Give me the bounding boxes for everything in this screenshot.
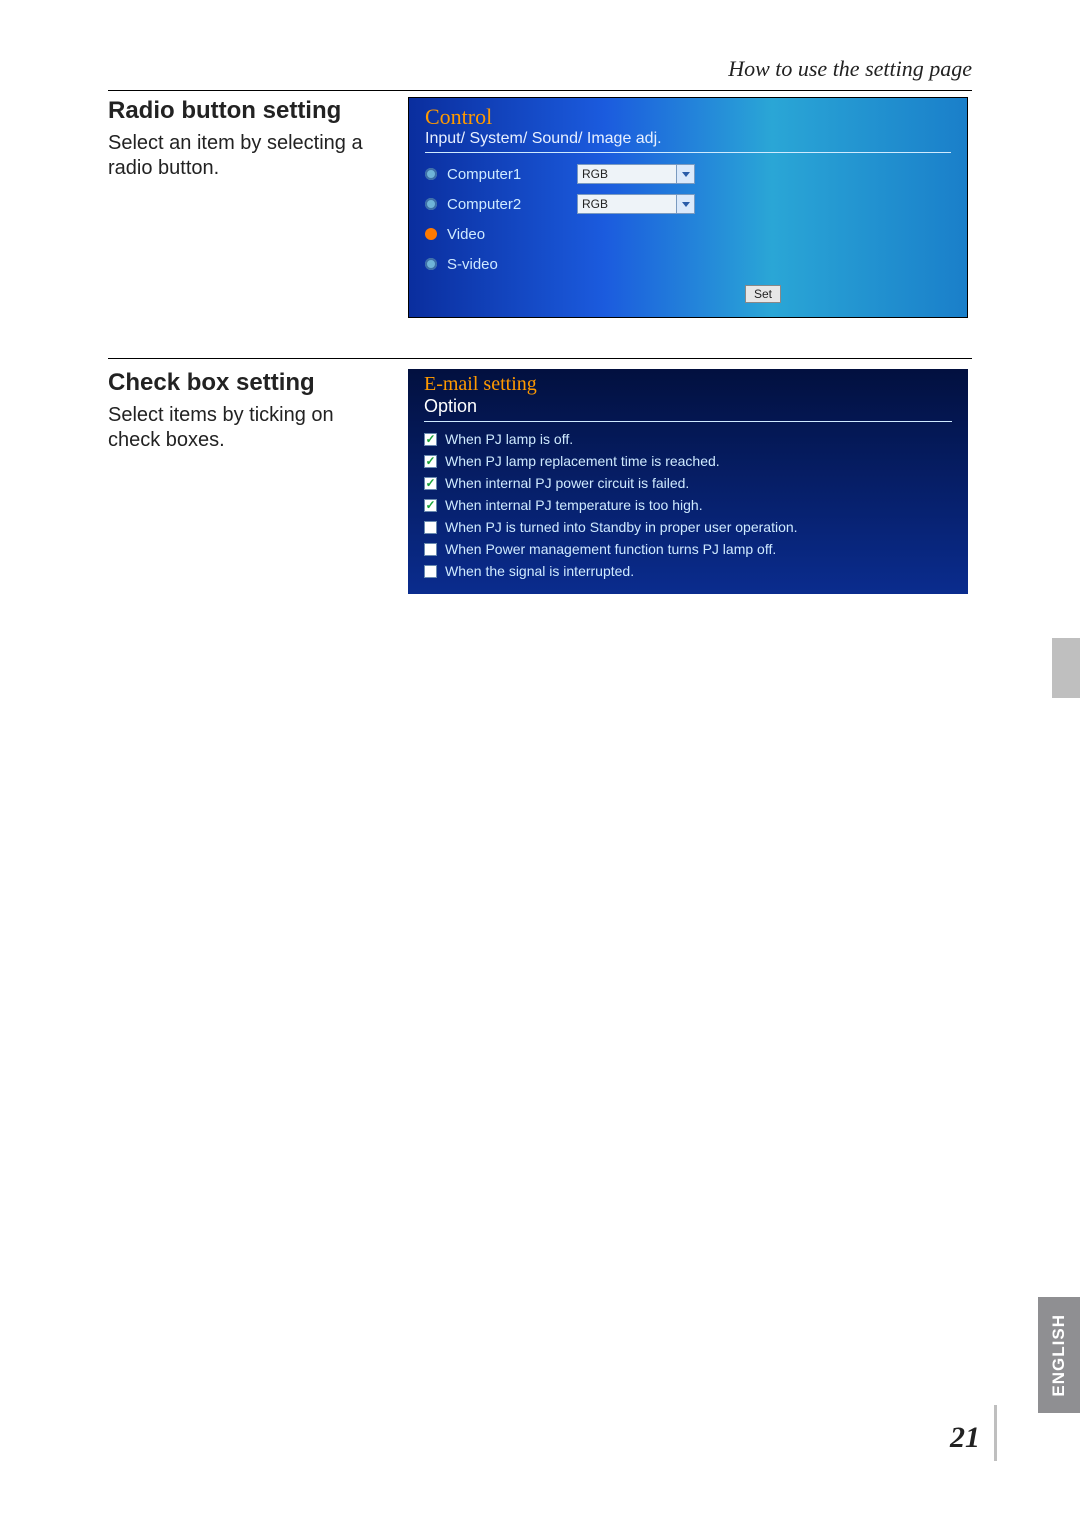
checkbox-icon (424, 565, 437, 578)
email-panel-subtitle: Option (424, 396, 952, 422)
language-tab: ENGLISH (1038, 1297, 1080, 1413)
radio-icon-selected (425, 228, 437, 240)
radio-text-col: Radio button setting Select an item by s… (108, 97, 408, 318)
radio-row-computer1[interactable]: Computer1 RGB (425, 159, 951, 189)
checkbox-label: When PJ is turned into Standby in proper… (445, 519, 798, 535)
checkbox-row[interactable]: ✓ When PJ lamp replacement time is reach… (424, 450, 952, 472)
radio-row-computer2[interactable]: Computer2 RGB (425, 189, 951, 219)
control-panel-title: Control (425, 104, 951, 130)
checkbox-icon: ✓ (424, 433, 437, 446)
select-value: RGB (577, 194, 677, 214)
page-root: How to use the setting page Radio button… (0, 0, 1080, 1527)
checkbox-label: When internal PJ power circuit is failed… (445, 475, 689, 491)
radio-label: Computer2 (447, 196, 577, 213)
select-value: RGB (577, 164, 677, 184)
checkbox-desc: Select items by ticking on check boxes. (108, 403, 388, 453)
checkbox-row[interactable]: When Power management function turns PJ … (424, 538, 952, 560)
page-number: 21 (950, 1421, 980, 1455)
checkbox-row[interactable]: ✓ When internal PJ temperature is too hi… (424, 494, 952, 516)
checkbox-row[interactable]: When PJ is turned into Standby in proper… (424, 516, 952, 538)
checkbox-panel-col: E-mail setting Option ✓ When PJ lamp is … (408, 369, 972, 594)
checkbox-row[interactable]: When the signal is interrupted. (424, 560, 952, 582)
radio-icon (425, 258, 437, 270)
radio-desc: Select an item by selecting a radio butt… (108, 131, 388, 181)
checkbox-icon (424, 543, 437, 556)
checkbox-icon (424, 521, 437, 534)
section-radio: Radio button setting Select an item by s… (108, 97, 972, 318)
language-label: ENGLISH (1049, 1314, 1069, 1397)
header-rule (108, 90, 972, 91)
checkbox-label: When PJ lamp is off. (445, 431, 573, 447)
radio-panel-col: Control Input/ System/ Sound/ Image adj.… (408, 97, 972, 318)
chevron-down-icon[interactable] (677, 164, 695, 184)
side-tab (1052, 638, 1080, 698)
section-checkbox: Check box setting Select items by tickin… (108, 358, 972, 594)
checkbox-icon: ✓ (424, 477, 437, 490)
checkbox-icon: ✓ (424, 499, 437, 512)
checkbox-label: When internal PJ temperature is too high… (445, 497, 703, 513)
select-computer2[interactable]: RGB (577, 194, 695, 214)
checkbox-label: When Power management function turns PJ … (445, 541, 776, 557)
email-panel-title: E-mail setting (424, 373, 952, 396)
radio-heading: Radio button setting (108, 97, 388, 125)
checkbox-row[interactable]: ✓ When PJ lamp is off. (424, 428, 952, 450)
checkbox-row[interactable]: ✓ When internal PJ power circuit is fail… (424, 472, 952, 494)
chevron-down-icon[interactable] (677, 194, 695, 214)
checkbox-icon: ✓ (424, 455, 437, 468)
checkbox-heading: Check box setting (108, 369, 388, 397)
radio-icon (425, 168, 437, 180)
checkbox-label: When the signal is interrupted. (445, 563, 634, 579)
checkbox-text-col: Check box setting Select items by tickin… (108, 369, 408, 594)
control-panel: Control Input/ System/ Sound/ Image adj.… (408, 97, 968, 318)
select-computer1[interactable]: RGB (577, 164, 695, 184)
control-panel-path: Input/ System/ Sound/ Image adj. (425, 130, 951, 153)
radio-label: Video (447, 226, 577, 243)
radio-label: Computer1 (447, 166, 577, 183)
radio-label: S-video (447, 256, 577, 273)
page-header: How to use the setting page (108, 56, 972, 82)
radio-icon (425, 198, 437, 210)
checkbox-label: When PJ lamp replacement time is reached… (445, 453, 720, 469)
email-setting-panel: E-mail setting Option ✓ When PJ lamp is … (408, 369, 968, 594)
page-number-bar (994, 1405, 997, 1461)
radio-row-svideo[interactable]: S-video (425, 249, 951, 279)
radio-row-video[interactable]: Video (425, 219, 951, 249)
set-button[interactable]: Set (745, 285, 781, 303)
